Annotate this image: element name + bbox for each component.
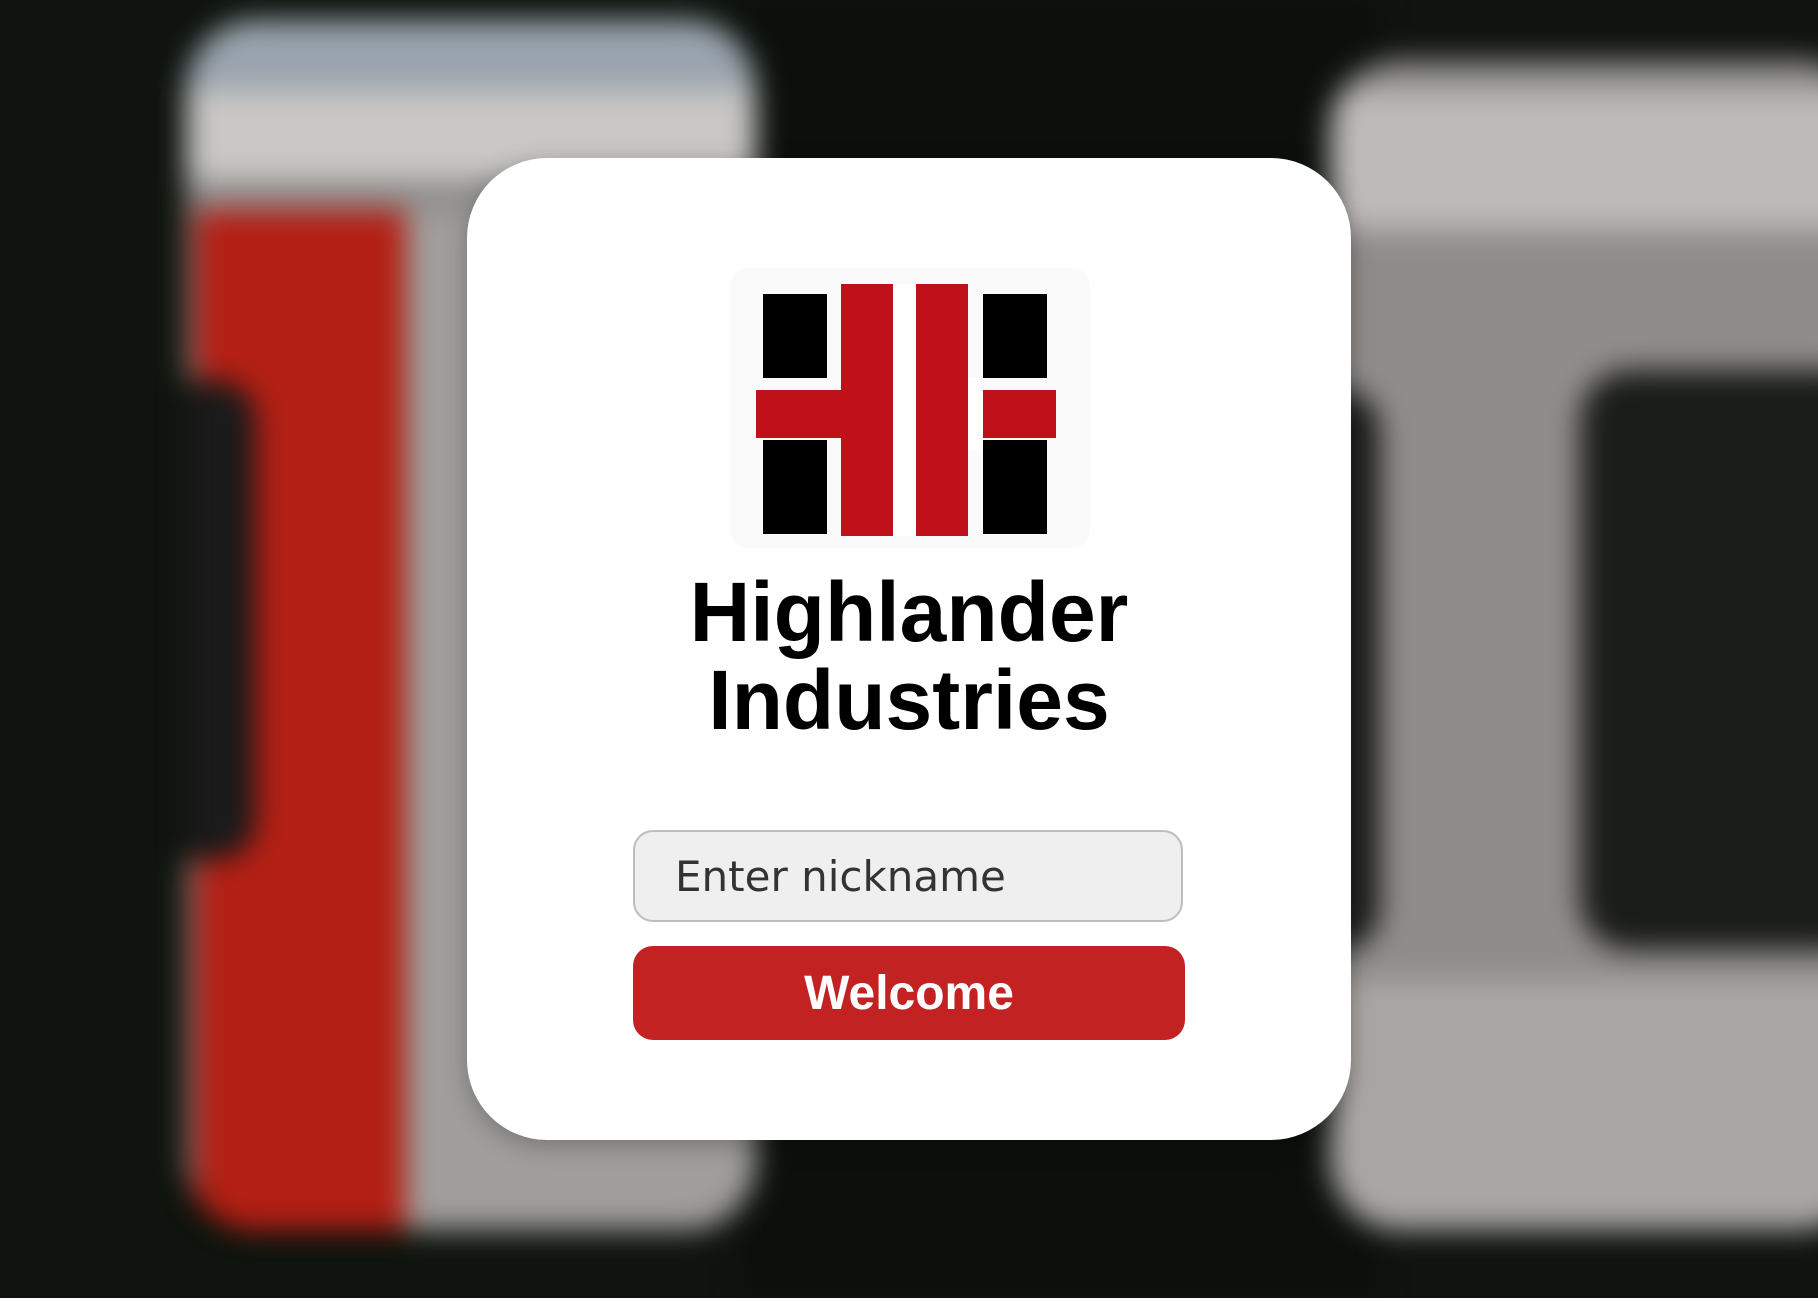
brand-name-line1: Highlander bbox=[689, 565, 1129, 659]
train-car-right bbox=[1330, 60, 1818, 1230]
brand-name-line2: Industries bbox=[708, 653, 1110, 747]
brand-name: Highlander Industries bbox=[467, 568, 1351, 744]
login-page: Highlander Industries Welcome bbox=[0, 0, 1818, 1302]
nickname-input[interactable] bbox=[633, 830, 1183, 922]
welcome-button[interactable]: Welcome bbox=[633, 946, 1185, 1040]
highlander-logo-icon bbox=[730, 268, 1090, 548]
